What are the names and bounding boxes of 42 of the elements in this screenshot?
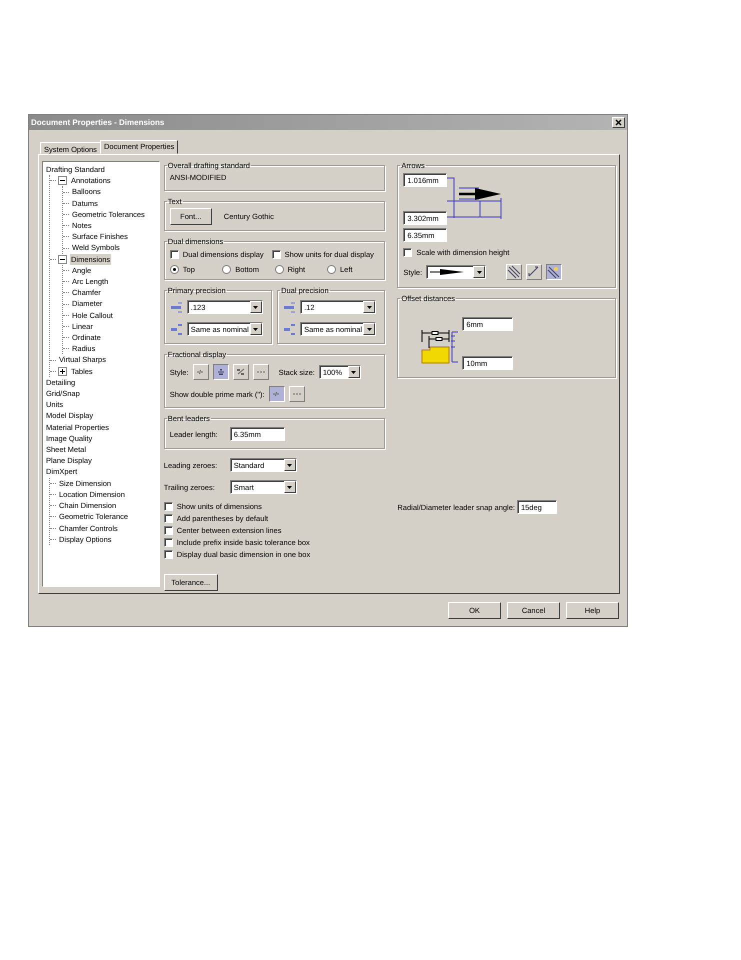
collapse-icon[interactable] [58,176,67,186]
caret-icon [252,304,260,310]
arrow-placement-button[interactable] [546,264,562,280]
window-title: Document Properties - Dimensions [31,118,164,127]
fraction-style-button[interactable] [212,364,229,380]
radio-button[interactable] [274,265,284,274]
checkbox[interactable] [164,526,173,535]
checkbox[interactable] [403,248,412,257]
caret-icon [366,326,373,332]
caret-icon [286,484,294,490]
close-button[interactable] [612,117,625,128]
precision-icon [283,300,296,314]
checkbox[interactable] [164,550,173,559]
checkbox[interactable] [170,250,179,259]
fraction-format-icon [216,368,226,376]
expand-icon[interactable] [58,366,67,376]
radio-button[interactable] [326,265,336,274]
checkbox[interactable] [164,502,173,511]
arrow-placement-icon [527,265,542,279]
arrow-placement-icon [547,265,562,279]
caret-icon [350,370,358,374]
prime-mark-button[interactable] [268,386,285,402]
collapse-icon[interactable] [58,254,67,264]
tolerance-precision-icon [170,322,183,336]
caret-icon [476,270,483,274]
precision-icon [170,300,183,314]
checkbox[interactable] [272,250,281,259]
arrow-placement-button[interactable] [506,264,522,280]
radio-button[interactable] [170,265,179,274]
checkbox[interactable] [164,538,173,547]
radio-button[interactable] [222,265,232,274]
caret-icon [366,304,373,310]
arrow-style-dropdown[interactable] [426,265,486,279]
fraction-format-icon [196,368,206,376]
caret-icon [286,462,294,468]
checkbox[interactable] [164,514,173,523]
fraction-format-icon [236,368,246,376]
fraction-format-icon [272,390,282,398]
caret-icon [252,326,260,332]
tolerance-precision-icon [283,322,296,336]
close-icon [615,119,622,126]
arrow-placement-icon [507,265,522,279]
